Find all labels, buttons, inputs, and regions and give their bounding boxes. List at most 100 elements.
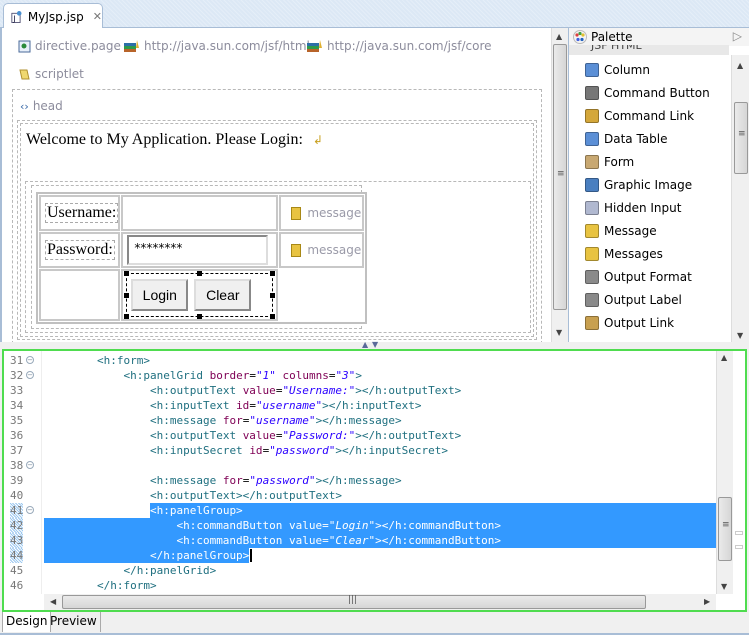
taglib-html-tag[interactable]: http://java.sun.com/jsf/html xyxy=(124,39,310,53)
source-horizontal-scrollbar[interactable]: ◀ ||| ▶ xyxy=(44,594,716,610)
editor-tab-myjsp[interactable]: J MyJsp.jsp ✕ xyxy=(3,3,103,29)
palette-vertical-scrollbar[interactable]: ▲ ≡ ▼ xyxy=(731,55,749,342)
palette-collapse-icon[interactable]: ▷ xyxy=(733,29,742,43)
code-line[interactable]: <h:outputText value="Username:"></h:outp… xyxy=(44,383,461,398)
code-line[interactable]: <h:message for="password"></h:message> xyxy=(44,473,402,488)
palette-item-graphic-image[interactable]: Graphic Image xyxy=(585,178,692,192)
code-token: ></h:inputSecret> xyxy=(335,444,449,457)
resize-handle[interactable] xyxy=(197,271,203,276)
code-line[interactable]: <h:commandButton value="Clear"></h:comma… xyxy=(44,533,501,548)
code-line[interactable]: <h:panelGroup> xyxy=(44,503,243,518)
tab-preview[interactable]: Preview xyxy=(47,612,101,632)
clear-button[interactable]: Clear xyxy=(194,279,252,311)
line-number: 40 xyxy=(10,489,24,502)
code-line[interactable]: <h:form> xyxy=(44,353,150,368)
palette-item-command-button[interactable]: Command Button xyxy=(585,86,710,100)
close-tab-icon[interactable]: ✕ xyxy=(93,10,102,23)
code-line[interactable]: <h:message for="username"></h:message> xyxy=(44,413,402,428)
overview-ruler[interactable] xyxy=(733,351,745,594)
directive-page-tag[interactable]: directive.page xyxy=(18,39,121,53)
code-line[interactable]: <h:inputSecret id="password"></h:inputSe… xyxy=(44,443,448,458)
code-token: value xyxy=(289,519,323,532)
scroll-down-icon[interactable]: ▼ xyxy=(721,582,727,591)
scroll-thumb[interactable]: ||| xyxy=(62,595,646,609)
fold-toggle-icon[interactable]: − xyxy=(26,506,34,514)
taglib-core-tag[interactable]: http://java.sun.com/jsf/core xyxy=(307,39,492,53)
line-number: 38 xyxy=(10,459,24,472)
maximize-source-icon[interactable]: ▼ xyxy=(372,340,378,349)
palette-item-output-label[interactable]: Output Label xyxy=(585,293,682,307)
head-label: head xyxy=(32,99,63,113)
scroll-down-icon[interactable]: ▼ xyxy=(737,331,743,340)
login-button[interactable]: Login xyxy=(131,279,189,311)
tab-design[interactable]: Design xyxy=(2,612,52,632)
directive-page-label: directive.page xyxy=(35,39,121,53)
scroll-down-icon[interactable]: ▼ xyxy=(556,328,562,337)
code-line[interactable]: <h:panelGrid border="1" columns="3"> xyxy=(44,368,361,383)
palette-drawer-jsf-html[interactable]: JSF HTML xyxy=(569,45,729,55)
username-message-cell: message xyxy=(279,195,365,231)
code-line[interactable]: <h:outputText></h:outputText> xyxy=(44,488,342,503)
column-icon xyxy=(585,63,599,77)
palette-item-output-link[interactable]: Output Link xyxy=(585,316,674,330)
maximize-design-icon[interactable]: ▲ xyxy=(362,340,368,349)
password-message-cell: message xyxy=(279,232,365,268)
line-number: 43 xyxy=(10,533,24,548)
scroll-left-icon[interactable]: ◀ xyxy=(50,597,56,606)
source-editor[interactable]: 31−32−33 34 35 36 37 38−39 40 41−42 43 44 45 46 <h:… xyxy=(2,349,747,612)
palette-item-command-link[interactable]: Command Link xyxy=(585,109,694,123)
resize-handle[interactable] xyxy=(270,293,276,298)
code-line[interactable]: <h:outputText value="Password:"></h:outp… xyxy=(44,428,461,443)
resize-handle[interactable] xyxy=(124,293,130,298)
code-token: "1" xyxy=(255,369,276,382)
design-vertical-scrollbar[interactable]: ▲ ≡ ▼ xyxy=(551,28,568,342)
scroll-up-icon[interactable]: ▲ xyxy=(737,61,743,70)
scroll-thumb[interactable]: ≡ xyxy=(718,497,732,561)
code-token: value xyxy=(242,429,276,442)
palette-item-label: Form xyxy=(604,155,635,169)
line-number: 39 xyxy=(10,474,24,487)
source-vertical-scrollbar[interactable]: ▲ ≡ ▼ xyxy=(716,351,733,594)
scroll-thumb[interactable]: ≡ xyxy=(553,44,567,310)
palette-item-messages[interactable]: Messages xyxy=(585,247,663,261)
code-area[interactable]: <h:form> <h:panelGrid border="1" columns… xyxy=(44,351,716,594)
taglib-core-label: http://java.sun.com/jsf/core xyxy=(327,39,492,53)
fold-toggle-icon[interactable]: − xyxy=(26,461,34,469)
resize-handle[interactable] xyxy=(270,271,276,276)
fold-toggle-icon[interactable]: − xyxy=(26,356,34,364)
palette-item-output-format[interactable]: Output Format xyxy=(585,270,692,284)
code-token: = xyxy=(322,519,329,532)
head-icon: ‹› xyxy=(20,99,29,113)
code-line[interactable]: </h:panelGrid> xyxy=(44,563,216,578)
code-line[interactable]: </h:form> xyxy=(44,578,157,593)
palette-item-data-table[interactable]: Data Table xyxy=(585,132,668,146)
palette-header[interactable]: Palette ▷ xyxy=(569,28,749,46)
scroll-right-icon[interactable]: ▶ xyxy=(704,597,710,606)
scriptlet-tag[interactable]: scriptlet xyxy=(18,67,84,81)
code-line[interactable]: <h:inputText id="username"></h:inputText… xyxy=(44,398,422,413)
code-line[interactable]: <h:commandButton value="Login"></h:comma… xyxy=(44,518,501,533)
line-number: 34 xyxy=(10,399,24,412)
username-input[interactable] xyxy=(121,195,279,231)
code-token: <h:commandButton xyxy=(176,534,290,547)
scroll-up-icon[interactable]: ▲ xyxy=(721,353,727,362)
palette-item-hidden-input[interactable]: Hidden Input xyxy=(585,201,681,215)
resize-handle[interactable] xyxy=(124,314,130,319)
code-line[interactable]: </h:panelGroup> xyxy=(44,548,253,563)
palette-item-column[interactable]: Column xyxy=(585,63,650,77)
resize-handle[interactable] xyxy=(270,314,276,319)
panel-group-selection[interactable]: Login Clear xyxy=(124,271,276,319)
palette-item-form[interactable]: Form xyxy=(585,155,634,169)
palette-item-label: Output Label xyxy=(604,293,682,307)
scroll-up-icon[interactable]: ▲ xyxy=(556,32,562,41)
palette-item-message[interactable]: Message xyxy=(585,224,657,238)
scroll-thumb[interactable]: ≡ xyxy=(734,102,748,174)
fold-toggle-icon[interactable]: − xyxy=(26,371,34,379)
code-token: <h:message xyxy=(149,414,223,427)
head-tag[interactable]: ‹› head xyxy=(20,99,63,113)
password-input[interactable]: ******** xyxy=(127,235,269,265)
code-token: <h:panelGrid xyxy=(123,369,210,382)
username-message: message xyxy=(307,206,362,220)
resize-handle[interactable] xyxy=(197,314,203,319)
resize-handle[interactable] xyxy=(124,271,130,276)
